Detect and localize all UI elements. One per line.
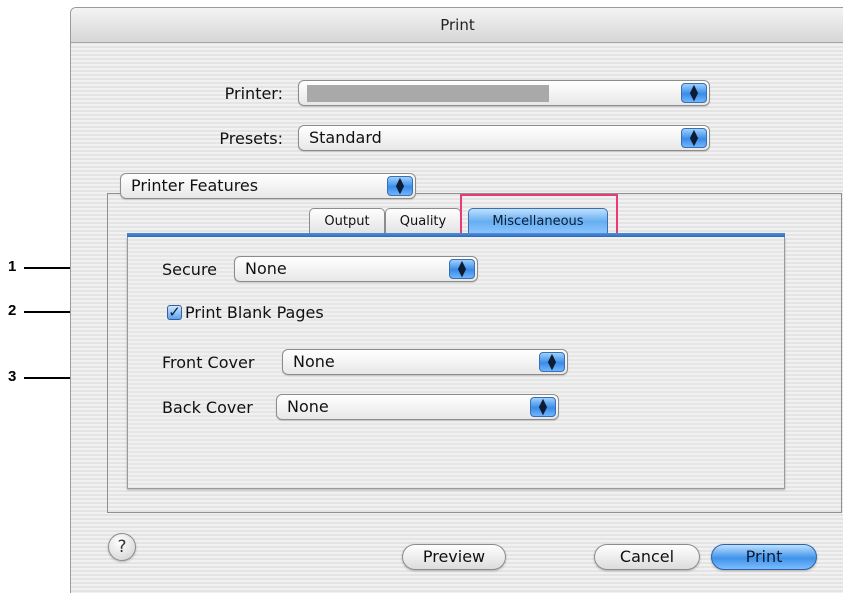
back-cover-value: None [287, 397, 329, 416]
preview-button[interactable]: Preview [402, 544, 506, 570]
print-blank-pages-checkbox[interactable]: ✓ [167, 305, 182, 320]
secure-value: None [245, 259, 287, 278]
tab-output[interactable]: Output [309, 208, 385, 234]
secure-label: Secure [162, 260, 218, 279]
presets-label: Presets: [219, 129, 283, 148]
printer-popup[interactable]: ▲ ▼ [298, 80, 710, 106]
popup-arrows-icon: ▲ ▼ [530, 397, 556, 417]
print-button[interactable]: Print [711, 544, 817, 570]
print-blank-pages-label: Print Blank Pages [185, 303, 324, 322]
cancel-button[interactable]: Cancel [594, 544, 700, 570]
tab-quality[interactable]: Quality [385, 208, 461, 234]
print-dialog: Print Printer: ▲ ▼ Presets: Standard ▲ ▼ P… [70, 7, 843, 593]
presets-value: Standard [309, 128, 382, 147]
front-cover-label: Front Cover [162, 353, 255, 372]
popup-arrows-icon: ▲ ▼ [449, 259, 475, 279]
checkmark-icon: ✓ [168, 303, 181, 321]
callout-number-1: 1 [8, 258, 17, 275]
callout-number-2: 2 [8, 302, 17, 319]
printer-label: Printer: [224, 84, 283, 103]
back-cover-label: Back Cover [162, 398, 253, 417]
popup-arrows-icon: ▲ ▼ [387, 176, 413, 196]
printer-name-redacted [307, 85, 549, 102]
window-title: Print [71, 8, 843, 43]
popup-arrows-icon: ▲ ▼ [539, 352, 565, 372]
help-button[interactable]: ? [108, 533, 136, 561]
callout-number-3: 3 [8, 368, 17, 385]
popup-arrows-icon: ▲ ▼ [681, 128, 707, 148]
front-cover-popup[interactable]: None ▲ ▼ [282, 349, 568, 375]
popup-arrows-icon: ▲ ▼ [681, 83, 707, 103]
printer-features-value: Printer Features [131, 176, 259, 195]
secure-popup[interactable]: None ▲ ▼ [234, 256, 478, 282]
printer-features-popup[interactable]: Printer Features ▲ ▼ [120, 173, 416, 199]
presets-popup[interactable]: Standard ▲ ▼ [298, 125, 710, 151]
front-cover-value: None [293, 352, 335, 371]
back-cover-popup[interactable]: None ▲ ▼ [276, 394, 559, 420]
